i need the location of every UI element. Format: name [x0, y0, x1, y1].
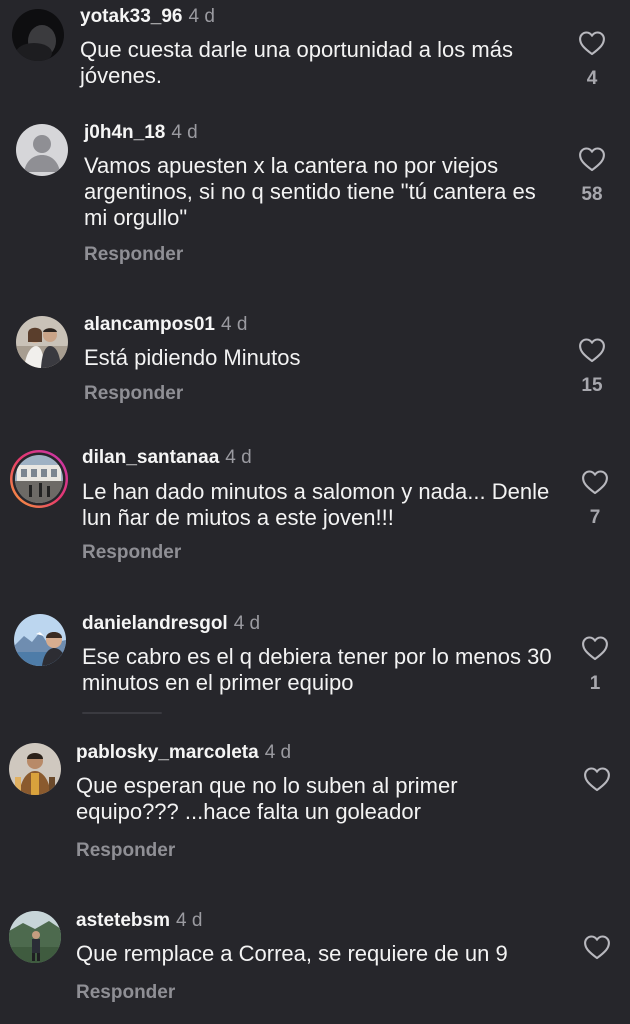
timestamp: 4 d [264, 742, 292, 763]
comment-header: yotak33_96 4 d [80, 5, 215, 29]
comment-text: Le han dado minutos a salomon y nada... … [82, 479, 550, 530]
like-count: 58 [581, 184, 603, 205]
reply-button[interactable]: Responder [84, 243, 183, 267]
like-button[interactable]: 1 [575, 635, 615, 695]
avatar[interactable] [16, 124, 68, 176]
reply-button[interactable]: Responder [84, 382, 183, 406]
comment-text: Está pidiendo Minutos [84, 345, 301, 370]
username[interactable]: j0h4n_18 [84, 122, 165, 143]
like-button[interactable]: 7 [575, 469, 615, 529]
heart-outline-icon [579, 338, 605, 363]
avatar[interactable] [9, 449, 69, 509]
username[interactable]: dilan_santanaa [82, 447, 219, 468]
like-button[interactable] [577, 766, 617, 792]
username[interactable]: pablosky_marcoleta [76, 742, 259, 763]
comment-header: pablosky_marcoleta 4 d [76, 741, 291, 765]
timestamp: 4 d [188, 6, 215, 27]
timestamp: 4 d [225, 447, 252, 468]
username[interactable]: astetebsm [76, 910, 170, 931]
comment-header: dilan_santanaa 4 d [82, 446, 252, 470]
person-silhouette-icon [16, 124, 68, 176]
comments-list: yotak33_96 4 d Que cuesta darle una oport… [0, 0, 630, 1024]
comment-header: astetebsm 4 d [76, 909, 202, 933]
timestamp: 4 d [171, 122, 198, 143]
comment-header: j0h4n_18 4 d [84, 121, 198, 145]
username[interactable]: alancampos01 [84, 314, 215, 335]
comment-header: danielandresgol 4 d [82, 612, 260, 636]
reply-button[interactable]: Responder [76, 839, 175, 863]
like-count: 1 [589, 673, 601, 694]
timestamp: 4 d [220, 314, 248, 335]
heart-outline-icon [579, 147, 605, 172]
avatar[interactable] [9, 743, 61, 795]
heart-outline-icon [584, 767, 610, 792]
like-count: 7 [589, 507, 601, 528]
reply-button-partial [82, 712, 162, 714]
avatar[interactable] [14, 614, 66, 666]
comment-text: Que remplace a Correa, se requiere de un… [76, 941, 508, 966]
like-button[interactable]: 15 [572, 337, 612, 397]
heart-outline-icon [584, 935, 610, 960]
comment-header: alancampos01 4 d [84, 313, 247, 337]
timestamp: 4 d [176, 910, 203, 931]
comment-text: Ese cabro es el q debiera tener por lo m… [82, 644, 552, 695]
comment-text: Que cuesta darle una oportunidad a los m… [80, 37, 513, 88]
avatar[interactable] [16, 316, 68, 368]
avatar[interactable] [9, 911, 61, 963]
like-count: 4 [586, 68, 598, 89]
comment-text: Vamos apuesten x la cantera no por viejo… [84, 153, 536, 230]
heart-outline-icon [579, 31, 605, 56]
like-button[interactable]: 4 [572, 30, 612, 90]
like-count: 15 [581, 375, 603, 396]
heart-outline-icon [582, 636, 608, 661]
username[interactable]: yotak33_96 [80, 6, 182, 27]
like-button[interactable] [577, 934, 617, 960]
username[interactable]: danielandresgol [82, 613, 228, 634]
timestamp: 4 d [233, 613, 261, 634]
like-button[interactable]: 58 [572, 146, 612, 206]
reply-button[interactable]: Responder [76, 981, 175, 1005]
avatar[interactable] [12, 9, 64, 61]
comment-text: Que esperan que no lo suben al primer eq… [76, 773, 458, 824]
reply-button[interactable]: Responder [82, 541, 181, 565]
heart-outline-icon [582, 470, 608, 495]
